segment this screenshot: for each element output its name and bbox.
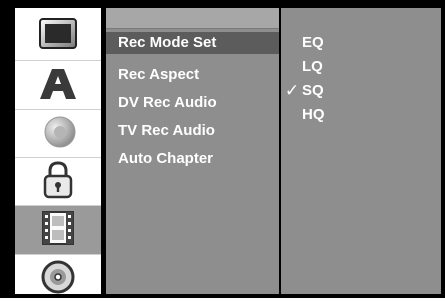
option-label: HQ <box>302 106 325 123</box>
disc-icon <box>40 259 76 300</box>
menu-item-tv-rec-audio[interactable]: TV Rec Audio <box>106 120 279 142</box>
tv-icon <box>38 17 78 56</box>
recording-category[interactable] <box>15 206 101 254</box>
option-sq[interactable]: ✓ SQ <box>281 80 441 102</box>
tv-category[interactable] <box>15 12 101 60</box>
film-icon <box>41 210 75 251</box>
settings-menu: Rec Mode Set Rec Aspect DV Rec Audio TV … <box>106 8 279 294</box>
audio-icon <box>38 113 78 156</box>
audio-category[interactable] <box>15 110 101 158</box>
disc-category[interactable] <box>15 255 101 303</box>
menu-item-dv-rec-audio[interactable]: DV Rec Audio <box>106 92 279 114</box>
language-icon <box>38 65 78 108</box>
option-lq[interactable]: LQ <box>281 56 441 78</box>
lock-category[interactable] <box>15 158 101 206</box>
lock-icon <box>40 160 76 205</box>
option-label: EQ <box>302 34 324 51</box>
option-label: SQ <box>302 82 324 99</box>
language-category[interactable] <box>15 62 101 110</box>
option-label: LQ <box>302 58 323 75</box>
menu-item-rec-mode-set[interactable]: Rec Mode Set <box>106 32 279 54</box>
option-hq[interactable]: HQ <box>281 104 441 126</box>
menu-header-bar <box>106 8 279 29</box>
category-icon-column <box>15 8 101 294</box>
screen-frame: Rec Mode Set Rec Aspect DV Rec Audio TV … <box>0 0 445 298</box>
rec-mode-options: EQ LQ ✓ SQ HQ <box>281 8 441 294</box>
option-eq[interactable]: EQ <box>281 32 441 54</box>
menu-item-rec-aspect[interactable]: Rec Aspect <box>106 64 279 86</box>
checkmark-icon: ✓ <box>284 81 300 100</box>
menu-item-auto-chapter[interactable]: Auto Chapter <box>106 148 279 170</box>
